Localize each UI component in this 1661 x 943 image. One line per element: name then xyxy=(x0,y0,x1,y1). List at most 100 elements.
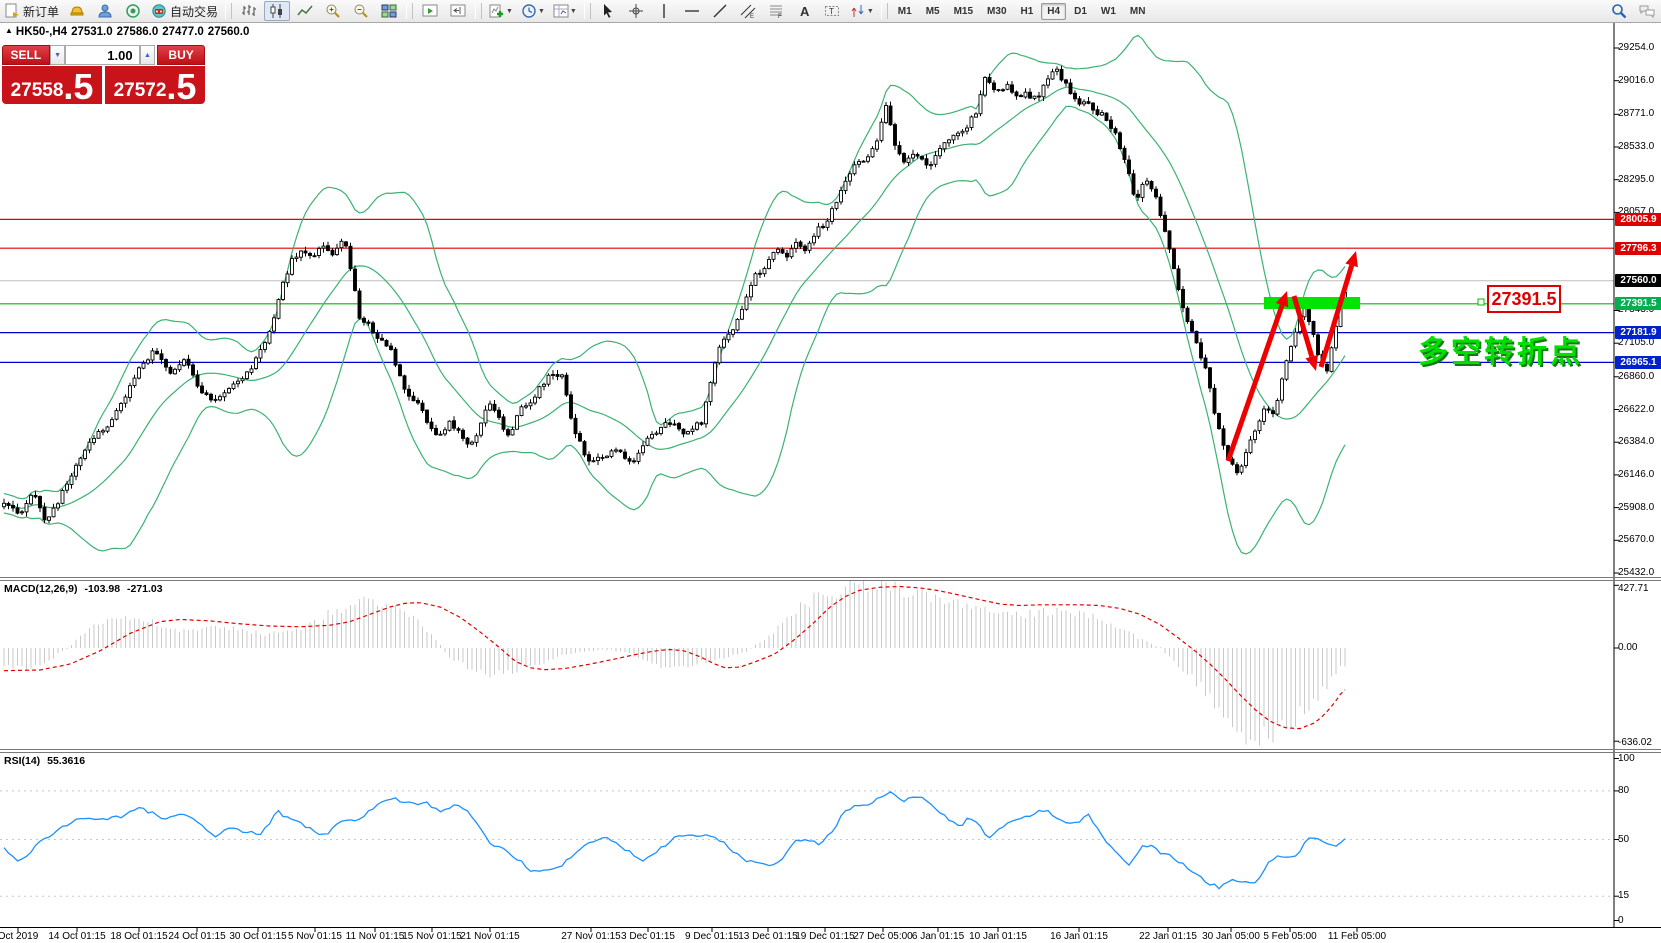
price-tick-label: 25908.0 xyxy=(1618,502,1654,513)
price-tag-28005.9: 28005.9 xyxy=(1615,213,1661,226)
buy-button[interactable]: BUY xyxy=(157,45,205,65)
rsi-name: RSI(14) xyxy=(4,755,40,767)
macd-signal-value: -271.03 xyxy=(127,583,163,595)
timeframe-button-mn[interactable]: MN xyxy=(1124,3,1152,20)
toolbar-button-line-chart[interactable] xyxy=(292,1,318,21)
macd-axis-zero: 0.00 xyxy=(1618,642,1637,653)
toolbar-button-candlestick[interactable] xyxy=(264,1,290,21)
time-tick-label: 27 Dec 05:00 xyxy=(853,931,913,942)
price-tick-label: 28533.0 xyxy=(1618,141,1654,152)
mt4-window: { "toolbar": { "items": [ {"type":"btn",… xyxy=(0,0,1661,943)
toolbar-button-signal[interactable] xyxy=(120,1,146,21)
toolbar-button-trendline[interactable] xyxy=(707,1,733,21)
volume-decrease-button[interactable]: ▼ xyxy=(50,45,66,65)
price-tick-label: 28295.0 xyxy=(1618,174,1654,185)
svg-text:T: T xyxy=(829,7,834,16)
timeframe-button-h1[interactable]: H1 xyxy=(1015,3,1040,20)
toolbar-separator xyxy=(225,3,232,19)
toolbar-button-gold[interactable] xyxy=(64,1,90,21)
time-tick-label: 11 Feb 05:00 xyxy=(1328,931,1386,942)
toolbar-button-periods[interactable]: ▼ xyxy=(518,1,548,21)
price-callout-label[interactable]: 27391.5 xyxy=(1487,285,1561,313)
toolbar-button-search[interactable] xyxy=(1606,1,1632,21)
time-tick-label: 27 Nov 01:15 xyxy=(561,931,621,942)
templates-icon xyxy=(553,3,569,19)
signal-icon xyxy=(125,3,141,19)
macd-main-value: -103.98 xyxy=(84,583,120,595)
timeframe-button-m30[interactable]: M30 xyxy=(981,3,1012,20)
time-tick-label: 22 Jan 01:15 xyxy=(1139,931,1197,942)
toolbar-button-indicators[interactable]: ▼ xyxy=(486,1,516,21)
toolbar-button-text[interactable]: A xyxy=(791,1,817,21)
toolbar-button-auto-scroll[interactable] xyxy=(417,1,443,21)
chart-canvas[interactable] xyxy=(0,0,1661,943)
sell-price-main: 27558 xyxy=(11,80,64,102)
time-tick-label: 14 Oct 01:15 xyxy=(48,931,105,942)
fibonacci-icon: F xyxy=(768,3,784,19)
indicators-icon xyxy=(489,3,505,19)
chart-shift-icon xyxy=(450,3,466,19)
price-tick-label: 26860.0 xyxy=(1618,371,1654,382)
volume-input[interactable]: 1.00 xyxy=(65,45,139,65)
price-tick-label: 25432.0 xyxy=(1618,567,1654,578)
toolbar-button-templates[interactable]: ▼ xyxy=(550,1,580,21)
timeframe-button-m15[interactable]: M15 xyxy=(948,3,979,20)
toolbar-separator xyxy=(584,3,591,19)
buy-price-main: 27572 xyxy=(114,80,167,102)
toolbar-button-arrows[interactable]: ▼ xyxy=(847,1,877,21)
vline-icon xyxy=(656,3,672,19)
toolbar-button-crosshair[interactable] xyxy=(623,1,649,21)
toolbar-button-zoom-in[interactable] xyxy=(320,1,346,21)
turning-point-note[interactable]: 多空转折点 xyxy=(1418,327,1583,371)
toolbar-button-chat[interactable] xyxy=(1634,1,1660,21)
buy-price-display[interactable]: 27572.5 xyxy=(105,66,205,104)
high-value: 27586.0 xyxy=(117,26,159,38)
svg-text:A: A xyxy=(800,4,810,19)
toolbar-button-hline[interactable] xyxy=(679,1,705,21)
time-tick-label: 10 Jan 01:15 xyxy=(969,931,1027,942)
arrows-icon xyxy=(850,3,866,19)
toolbar-button-fibonacci[interactable]: F xyxy=(763,1,789,21)
toolbar-button-cursor[interactable] xyxy=(595,1,621,21)
price-tick-label: 25670.0 xyxy=(1618,534,1654,545)
timeframe-button-d1[interactable]: D1 xyxy=(1068,3,1093,20)
volume-increase-button[interactable]: ▲ xyxy=(140,45,156,65)
rsi-axis-label: 50 xyxy=(1618,834,1629,845)
tile-windows-icon xyxy=(381,3,397,19)
time-tick-label: 6 Jan 01:15 xyxy=(912,931,964,942)
candlestick-icon xyxy=(269,3,285,19)
rsi-label: RSI(14) 55.3616 xyxy=(4,755,85,767)
time-tick-label: 15 Nov 01:15 xyxy=(402,931,462,942)
timeframe-button-w1[interactable]: W1 xyxy=(1095,3,1122,20)
price-tick-label: 29016.0 xyxy=(1618,75,1654,86)
sell-price-display[interactable]: 27558.5 xyxy=(2,66,102,104)
profile-icon xyxy=(97,3,113,19)
text-icon: A xyxy=(796,3,812,19)
label-icon: T xyxy=(824,3,840,19)
chat-icon xyxy=(1639,3,1655,19)
toolbar-button-new-order[interactable]: 新订单 xyxy=(1,1,62,21)
timeframe-button-h4[interactable]: H4 xyxy=(1041,3,1066,20)
autotrading-icon xyxy=(151,3,167,19)
toolbar-button-label[interactable]: T xyxy=(819,1,845,21)
toolbar-button-autotrading[interactable]: 自动交易 xyxy=(148,1,221,21)
toolbar-button-channel[interactable]: E xyxy=(735,1,761,21)
time-tick-label: 3 Dec 01:15 xyxy=(621,931,675,942)
auto-scroll-icon xyxy=(422,3,438,19)
timeframe-button-m5[interactable]: M5 xyxy=(920,3,946,20)
svg-text:E: E xyxy=(750,14,754,19)
toolbar-button-bar-chart[interactable] xyxy=(236,1,262,21)
crosshair-icon xyxy=(628,3,644,19)
time-tick-label: 18 Oct 01:15 xyxy=(110,931,167,942)
price-tick-label: 29254.0 xyxy=(1618,42,1654,53)
sell-button[interactable]: SELL xyxy=(2,45,50,65)
toolbar-button-vline[interactable] xyxy=(651,1,677,21)
time-tick-label: 5 Nov 01:15 xyxy=(288,931,342,942)
timeframe-button-m1[interactable]: M1 xyxy=(892,3,918,20)
price-tag-27560.0: 27560.0 xyxy=(1615,274,1661,287)
toolbar-button-zoom-out[interactable] xyxy=(348,1,374,21)
toolbar-button-profile[interactable] xyxy=(92,1,118,21)
toolbar-button-chart-shift[interactable] xyxy=(445,1,471,21)
rsi-value: 55.3616 xyxy=(47,755,85,767)
toolbar-button-tile-windows[interactable] xyxy=(376,1,402,21)
